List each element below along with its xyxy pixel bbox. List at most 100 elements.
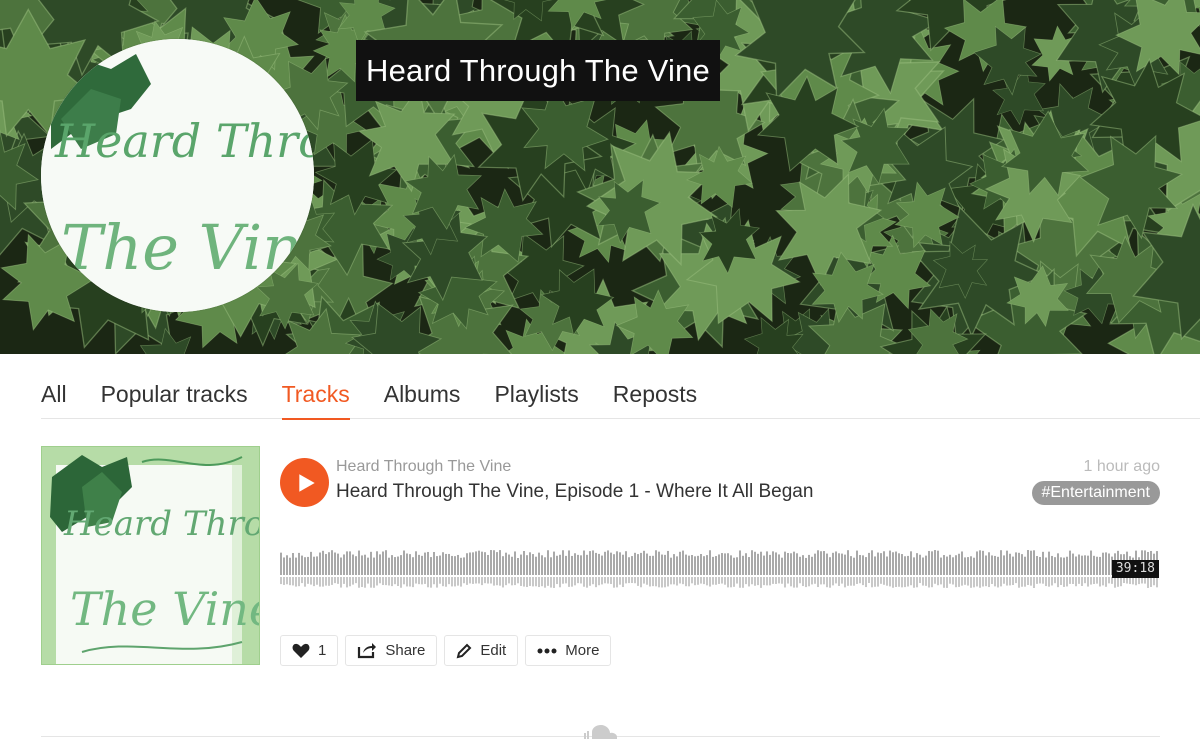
- avatar-logo-line1: Heard Through: [54, 114, 314, 168]
- waveform-reflection-bar: [1075, 577, 1077, 587]
- waveform-reflection-bar: [616, 577, 618, 588]
- waveform-bar: [313, 556, 315, 575]
- waveform-reflection-bar: [712, 577, 714, 585]
- waveform-bar: [952, 557, 954, 575]
- waveform-bar: [622, 554, 624, 575]
- waveform-bar: [442, 552, 444, 575]
- waveform-bar: [751, 550, 753, 575]
- more-button[interactable]: More: [525, 635, 612, 666]
- waveform-bar: [409, 554, 411, 575]
- track-uploader[interactable]: Heard Through The Vine: [336, 458, 511, 476]
- track-tag[interactable]: #Entertainment: [1032, 481, 1160, 505]
- waveform-bar: [583, 550, 585, 575]
- waveform-reflection-bar: [739, 577, 741, 588]
- waveform-bar: [742, 555, 744, 575]
- waveform-reflection-bar: [988, 577, 990, 588]
- profile-avatar[interactable]: Heard Through The Vine: [41, 39, 314, 312]
- tab-popular-tracks[interactable]: Popular tracks: [101, 375, 248, 419]
- waveform-bar: [550, 557, 552, 575]
- waveform-reflection-bar: [352, 577, 354, 585]
- waveform-bar: [718, 554, 720, 575]
- heart-icon: [292, 643, 310, 658]
- track-waveform[interactable]: [280, 546, 1160, 596]
- tab-tracks[interactable]: Tracks: [281, 375, 350, 420]
- track-title[interactable]: Heard Through The Vine, Episode 1 - Wher…: [336, 481, 813, 503]
- waveform-reflection-bar: [1045, 577, 1047, 587]
- waveform-bar: [628, 557, 630, 575]
- waveform-reflection-bar: [718, 577, 720, 584]
- waveform-bar: [841, 553, 843, 575]
- waveform-reflection-bar: [1132, 577, 1134, 585]
- waveform-bar: [1081, 555, 1083, 575]
- waveform-reflection-bar: [640, 577, 642, 588]
- tab-albums[interactable]: Albums: [384, 375, 461, 419]
- waveform-bar: [820, 551, 822, 575]
- waveform-reflection-bar: [511, 577, 513, 586]
- waveform-bar: [838, 553, 840, 575]
- waveform-bar: [715, 556, 717, 575]
- waveform-reflection-bar: [283, 577, 285, 585]
- tab-playlists[interactable]: Playlists: [494, 375, 578, 419]
- waveform-bar: [385, 550, 387, 575]
- waveform-bar: [412, 557, 414, 575]
- track-artwork[interactable]: Heard Through The Vine: [41, 446, 260, 665]
- waveform-bar: [559, 554, 561, 575]
- waveform-bar: [1105, 552, 1107, 575]
- edit-button[interactable]: Edit: [444, 635, 519, 666]
- profile-tabs: All Popular tracks Tracks Albums Playlis…: [41, 375, 1200, 420]
- waveform-reflection-bar: [661, 577, 663, 588]
- waveform-reflection-bar: [955, 577, 957, 588]
- waveform-bar: [979, 550, 981, 575]
- waveform-bar: [1012, 556, 1014, 575]
- tab-all[interactable]: All: [41, 375, 67, 419]
- waveform-bar: [373, 557, 375, 575]
- waveform-bar: [811, 556, 813, 575]
- waveform-bar: [391, 555, 393, 575]
- tab-reposts[interactable]: Reposts: [613, 375, 697, 419]
- play-button[interactable]: [280, 458, 329, 507]
- more-dots-icon: [537, 648, 557, 653]
- waveform-reflection-bar: [550, 577, 552, 588]
- waveform-bar: [796, 553, 798, 575]
- waveform-bar: [292, 553, 294, 575]
- waveform-reflection-bar: [520, 577, 522, 586]
- profile-header: Heard Through The Vine Heard Through The…: [0, 0, 1200, 354]
- waveform-bar: [631, 556, 633, 575]
- waveform-bar: [961, 551, 963, 575]
- waveform-bar: [301, 555, 303, 575]
- waveform-reflection-bar: [925, 577, 927, 586]
- waveform-reflection-bar: [919, 577, 921, 584]
- waveform-reflection-bar: [676, 577, 678, 586]
- waveform-bar: [688, 555, 690, 575]
- waveform-bar: [964, 557, 966, 575]
- waveform-bar: [769, 554, 771, 575]
- waveform-reflection-bar: [607, 577, 609, 584]
- waveform-reflection-bar: [1117, 577, 1119, 587]
- waveform-bar: [1090, 550, 1092, 575]
- waveform-reflection-bar: [757, 577, 759, 586]
- waveform-reflection-bar: [637, 577, 639, 586]
- waveform-bar: [289, 557, 291, 575]
- waveform-reflection-bar: [544, 577, 546, 588]
- waveform-reflection-bar: [784, 577, 786, 588]
- waveform-reflection-bar: [952, 577, 954, 585]
- waveform-reflection-bar: [646, 577, 648, 585]
- waveform-bar: [943, 555, 945, 575]
- waveform-reflection-bar: [835, 577, 837, 584]
- waveform-bar: [916, 553, 918, 575]
- waveform-reflection-bar: [436, 577, 438, 588]
- waveform-bar: [580, 555, 582, 575]
- share-button[interactable]: Share: [345, 635, 438, 666]
- waveform-bar: [547, 550, 549, 575]
- waveform-bar: [316, 556, 318, 575]
- waveform-reflection-bar: [727, 577, 729, 588]
- waveform-reflection-bar: [730, 577, 732, 588]
- waveform-reflection-bar: [775, 577, 777, 584]
- like-button[interactable]: 1: [280, 635, 339, 666]
- waveform-reflection-bar: [448, 577, 450, 585]
- waveform-bar: [445, 553, 447, 575]
- waveform-bar: [532, 554, 534, 575]
- waveform-reflection-bar: [877, 577, 879, 587]
- waveform-reflection-bar: [991, 577, 993, 584]
- waveform-reflection-bar: [346, 577, 348, 588]
